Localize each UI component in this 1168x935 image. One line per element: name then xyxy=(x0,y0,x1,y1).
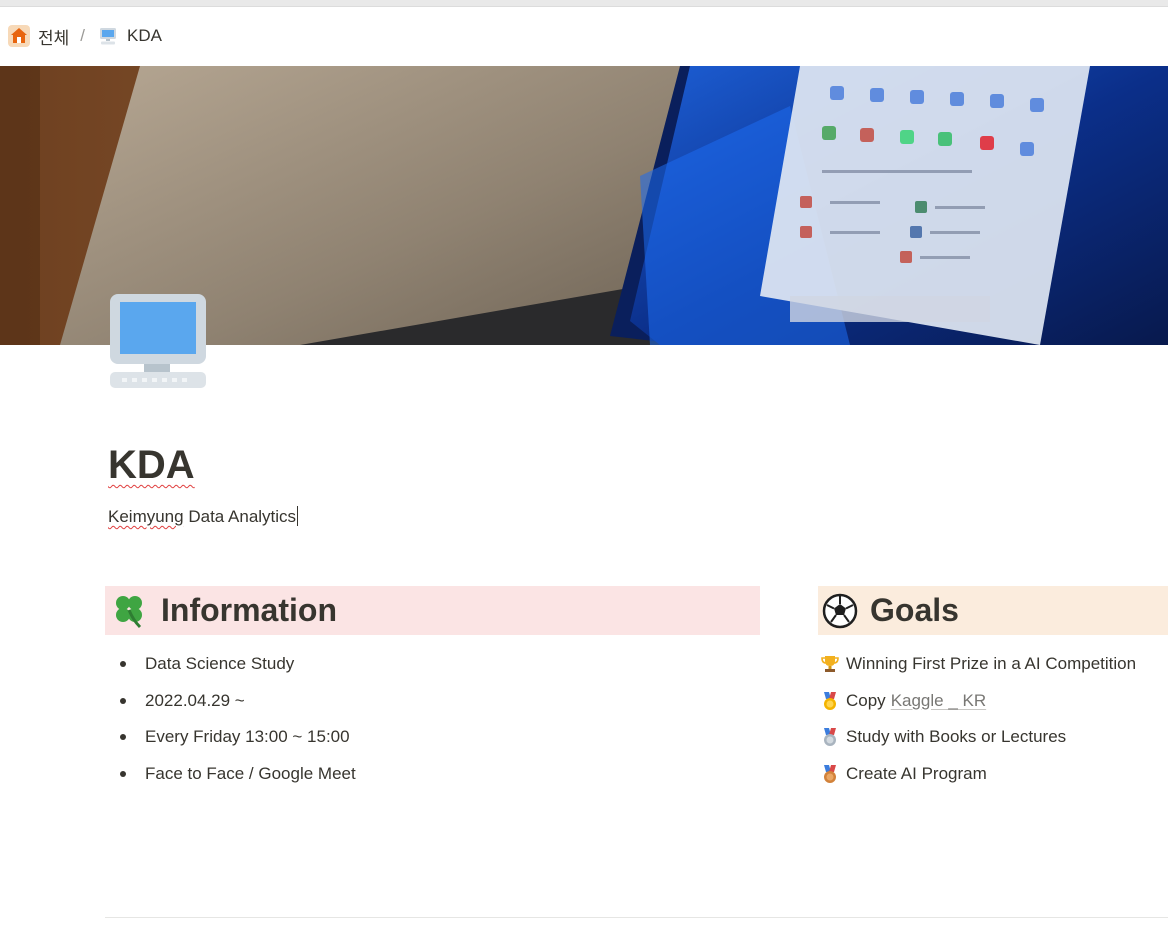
house-icon xyxy=(8,25,30,47)
trophy-icon xyxy=(820,654,840,674)
goal-text: Winning First Prize in a AI Competition xyxy=(846,654,1137,674)
breadcrumb: 전체 / KDA xyxy=(8,24,162,48)
bullet-icon xyxy=(120,734,126,741)
desktop-computer-icon xyxy=(97,25,119,47)
breadcrumb-label: KDA xyxy=(127,26,162,45)
list-item[interactable]: Every Friday 13:00 ~ 15:00 xyxy=(118,719,356,756)
silver-medal-icon xyxy=(820,727,840,747)
goal-text: Create AI Program xyxy=(846,763,987,783)
list-item-text: Data Science Study xyxy=(145,654,295,674)
list-item[interactable]: Data Science Study xyxy=(118,646,356,683)
soccer-ball-icon xyxy=(822,593,858,629)
breadcrumb-item-kda[interactable]: KDA xyxy=(97,25,162,47)
four-leaf-clover-icon xyxy=(111,593,147,629)
goals-heading-label: Goals xyxy=(870,592,959,628)
window-top-edge xyxy=(0,0,1168,7)
goals-heading[interactable]: Goals xyxy=(818,586,1168,635)
bullet-icon xyxy=(120,697,126,704)
bullet-icon xyxy=(120,661,126,668)
breadcrumb-item-home[interactable]: 전체 xyxy=(8,24,69,49)
divider xyxy=(105,917,1168,918)
list-item-text: Face to Face / Google Meet xyxy=(145,763,356,783)
kaggle-kr-link[interactable]: Kaggle _ KR xyxy=(891,691,986,711)
list-item-text: 2022.04.29 ~ xyxy=(145,690,245,710)
list-item[interactable]: Study with Books or Lectures xyxy=(820,719,1136,756)
list-item[interactable]: Winning First Prize in a AI Competition xyxy=(820,646,1136,683)
subtitle-word: Keimyung xyxy=(108,507,184,526)
list-item[interactable]: Face to Face / Google Meet xyxy=(118,756,356,793)
gold-medal-icon xyxy=(820,691,840,711)
list-item[interactable]: Create AI Program xyxy=(820,756,1136,793)
page-icon[interactable] xyxy=(106,290,210,394)
list-item[interactable]: Copy Kaggle _ KR xyxy=(820,683,1136,720)
goals-list: Winning First Prize in a AI Competition … xyxy=(820,646,1136,792)
bronze-medal-icon xyxy=(820,764,840,784)
list-item-text: Every Friday 13:00 ~ 15:00 xyxy=(145,727,350,747)
page-subtitle[interactable]: Keimyung Data Analytics xyxy=(108,506,299,528)
list-item[interactable]: 2022.04.29 ~ xyxy=(118,683,356,720)
breadcrumb-label: 전체 xyxy=(38,28,70,48)
goal-text: Copy xyxy=(846,690,886,710)
goal-text: Study with Books or Lectures xyxy=(846,727,1067,747)
information-list: Data Science Study 2022.04.29 ~ Every Fr… xyxy=(118,646,356,792)
page-title[interactable]: KDA xyxy=(108,441,195,489)
subtitle-rest: Data Analytics xyxy=(183,507,297,526)
bullet-icon xyxy=(120,770,126,777)
information-heading[interactable]: Information xyxy=(105,586,760,635)
text-cursor xyxy=(297,506,299,526)
information-heading-label: Information xyxy=(161,592,337,628)
breadcrumb-separator: / xyxy=(80,26,86,45)
